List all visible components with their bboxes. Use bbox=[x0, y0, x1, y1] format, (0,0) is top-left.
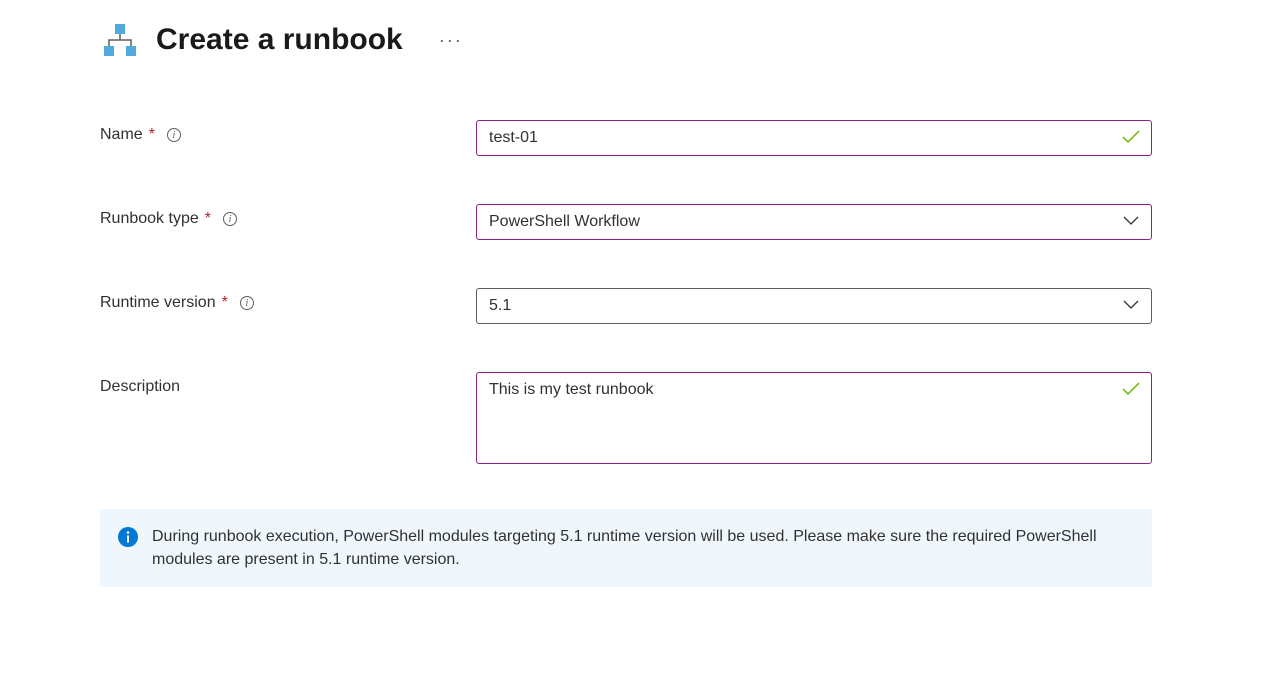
runbook-type-label: Runbook type bbox=[100, 210, 199, 228]
info-icon[interactable]: i bbox=[240, 296, 254, 310]
page-title: Create a runbook bbox=[156, 23, 403, 57]
more-menu-button[interactable]: ··· bbox=[439, 30, 463, 51]
info-banner-text: During runbook execution, PowerShell mod… bbox=[152, 525, 1134, 571]
label-col: Description bbox=[100, 372, 476, 396]
runtime-version-select[interactable]: 5.1 bbox=[476, 288, 1152, 324]
form-row-runtime-version: Runtime version * i 5.1 bbox=[100, 288, 1284, 324]
checkmark-icon bbox=[1122, 382, 1140, 401]
page-header: Create a runbook ··· bbox=[100, 20, 1284, 60]
info-banner: During runbook execution, PowerShell mod… bbox=[100, 509, 1152, 587]
chevron-down-icon bbox=[1123, 213, 1139, 231]
runtime-version-label: Runtime version bbox=[100, 294, 216, 312]
required-indicator: * bbox=[205, 210, 211, 228]
required-indicator: * bbox=[149, 126, 155, 144]
label-col: Runtime version * i bbox=[100, 288, 476, 312]
label-col: Runbook type * i bbox=[100, 204, 476, 228]
form-row-name: Name * i bbox=[100, 120, 1284, 156]
form-row-description: Description bbox=[100, 372, 1284, 469]
info-icon[interactable]: i bbox=[167, 128, 181, 142]
runbook-type-value: PowerShell Workflow bbox=[489, 213, 640, 231]
required-indicator: * bbox=[222, 294, 228, 312]
input-col: 5.1 bbox=[476, 288, 1152, 324]
runbook-hierarchy-icon bbox=[100, 20, 140, 60]
name-label: Name bbox=[100, 126, 143, 144]
form-row-runbook-type: Runbook type * i PowerShell Workflow bbox=[100, 204, 1284, 240]
checkmark-icon bbox=[1122, 130, 1140, 149]
label-col: Name * i bbox=[100, 120, 476, 144]
input-col bbox=[476, 120, 1152, 156]
input-col: PowerShell Workflow bbox=[476, 204, 1152, 240]
runtime-version-value: 5.1 bbox=[489, 297, 511, 315]
description-textarea[interactable] bbox=[476, 372, 1152, 464]
input-col bbox=[476, 372, 1152, 469]
description-label: Description bbox=[100, 378, 180, 396]
chevron-down-icon bbox=[1123, 297, 1139, 315]
name-input[interactable] bbox=[476, 120, 1152, 156]
info-icon[interactable]: i bbox=[223, 212, 237, 226]
runbook-type-select[interactable]: PowerShell Workflow bbox=[476, 204, 1152, 240]
info-circle-icon bbox=[118, 527, 138, 547]
